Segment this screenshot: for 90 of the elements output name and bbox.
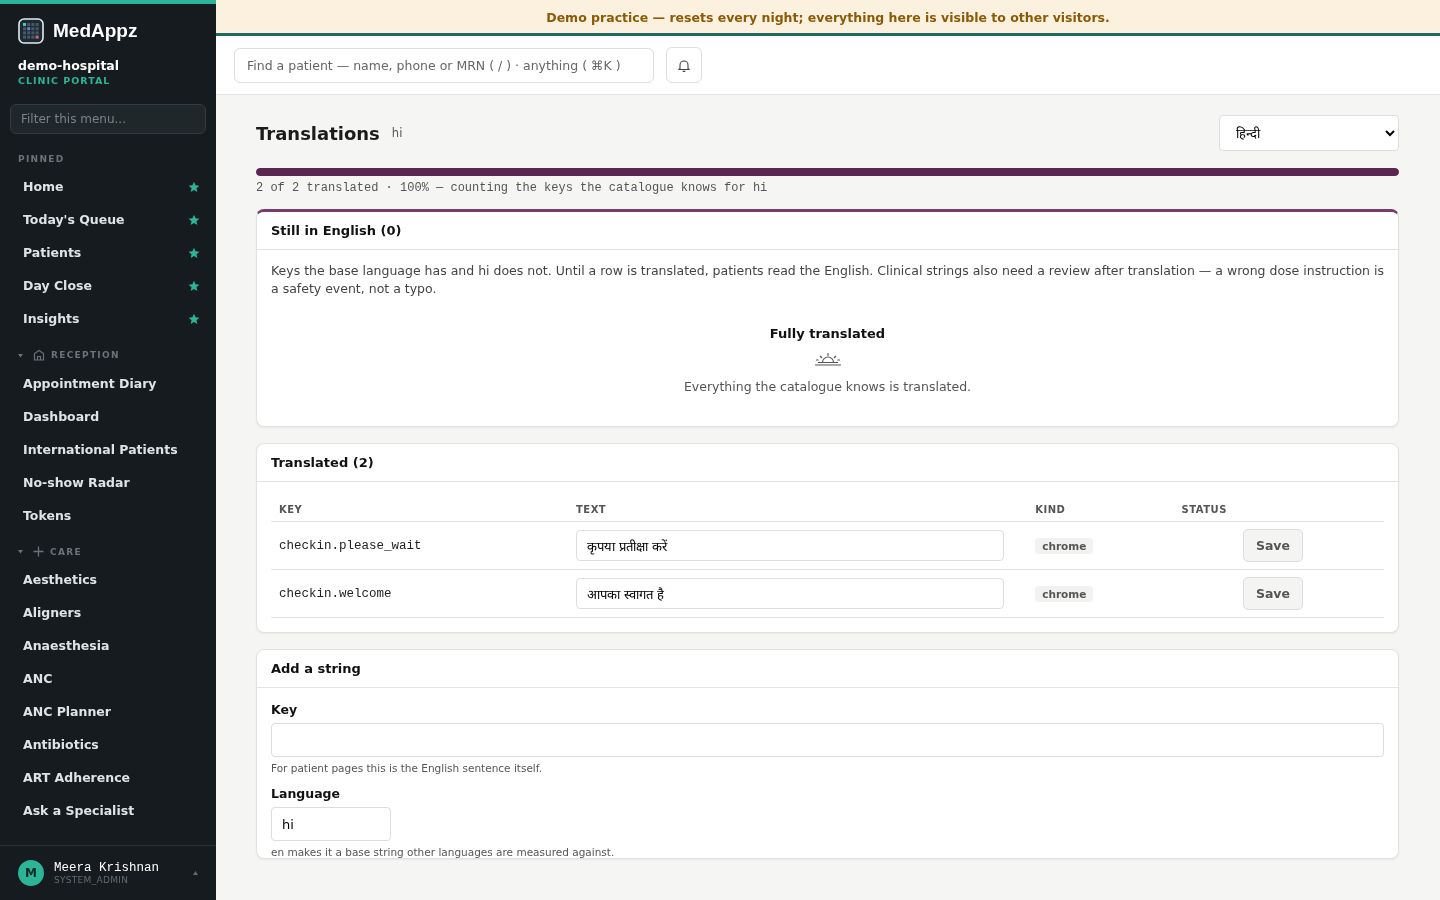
kind-tag: chrome [1035,586,1094,602]
empty-state-text: Everything the catalogue knows is translated. [683,379,972,394]
caret-icon[interactable] [193,871,198,875]
sidebar-item-label: Ask a Specialist [23,803,135,818]
field-hint: en makes it a base string other languages are measured against. [271,846,616,858]
save-button[interactable]: Save [1242,529,1303,562]
sidebar-item[interactable]: Appointment Diary [0,367,216,400]
card-title: Add a string [257,650,1398,688]
plus-icon [33,546,44,557]
tenant-name: demo-hospital [17,57,121,73]
section-heading: CARE [50,546,82,557]
sidebar-item-label: Today's Queue [23,212,125,227]
column-header: TEXT [568,494,1028,522]
star-icon[interactable] [188,312,200,325]
sidebar-item[interactable]: Today's Queue [0,203,216,236]
language-code: hi [391,126,404,140]
sidebar-item-label: Anaesthesia [23,638,110,653]
sidebar-item[interactable]: International Patients [0,433,216,466]
bell-icon [678,58,690,72]
demo-banner: Demo practice — resets every night; everything here is visible to other visitors. [216,0,1440,36]
sunrise-icon [813,351,842,367]
save-button[interactable]: Save [1242,577,1303,610]
field-label: Language [271,786,341,801]
sidebar-item-label: Dashboard [23,409,100,424]
empty-state-title: Fully translated [769,326,886,341]
column-header: STATUS [1173,494,1235,522]
sidebar-item[interactable]: Anaesthesia [0,629,216,662]
language-select[interactable]: हिन्दी [1219,115,1399,151]
user-name: Meera Krishnan [54,861,161,875]
sidebar-item-label: ANC [23,671,53,686]
sidebar-item[interactable]: ART Adherence [0,761,216,794]
sidebar-item-label: ANC Planner [23,704,111,719]
sidebar-item[interactable]: Tokens [0,499,216,532]
sidebar-item-label: Insights [23,311,80,326]
column-header: KEY [271,494,568,522]
logo-icon [18,18,44,44]
section-heading: RECEPTION [51,350,120,360]
sidebar-item-label: Antibiotics [23,737,99,752]
portal-label: CLINIC PORTAL [17,74,112,86]
field-hint: For patient pages this is the English sentence itself. [271,762,544,774]
field-label: Key [271,702,299,717]
translation-field[interactable]: आपका स्वागत है [576,578,1004,609]
sidebar-item-label: Aligners [23,605,82,620]
notifications-button[interactable] [666,47,702,83]
star-icon[interactable] [188,279,200,292]
sidebar-item[interactable]: Ask a Specialist [0,794,216,827]
search-field[interactable]: Find a patient — name, phone or MRN ( / ) · anything ( ⌘K ) [234,47,654,83]
star-icon[interactable] [188,246,200,259]
sidebar-item[interactable]: ANC Planner [0,695,216,728]
sidebar-item[interactable]: ANC [0,662,216,695]
caret-icon[interactable] [18,549,23,554]
sidebar-item[interactable]: Antibiotics [0,728,216,761]
translation-field[interactable]: कृपया प्रतीक्षा करें [576,530,1004,561]
input-field[interactable]: hi [271,807,391,841]
card-title: Still in English (0) [257,212,1398,250]
caret-icon[interactable] [18,352,23,358]
card-description: Keys the base language has and hi does not. Until a row is translated, patients read the English. Clinical strings also need a review after translation — a wrong dose instruction is a safety event, not a typo. [270,262,1385,298]
section-heading: PINNED [18,154,65,164]
sidebar-item-label: Appointment Diary [23,376,157,391]
sidebar-item[interactable]: Aesthetics [0,563,216,596]
building-icon [33,349,45,361]
table-cell: checkin.welcome [271,569,568,618]
sidebar-item-label: Aesthetics [23,572,98,587]
sidebar-item[interactable]: Day Close [0,269,216,302]
sidebar-item-label: Home [23,179,64,194]
card-title: Translated (2) [257,444,1398,482]
sidebar-item-label: ART Adherence [23,770,131,785]
brand-name: MedAppz [53,20,138,42]
sidebar-item[interactable]: Dashboard [0,400,216,433]
progress-caption: 2 of 2 translated · 100% — counting the keys the catalogue knows for hi [256,181,769,195]
column-header: KIND [1027,494,1174,522]
sidebar-item-label: Patients [23,245,82,260]
table-cell: checkin.please_wait [271,521,568,570]
sidebar-item-label: Day Close [23,278,92,293]
star-icon[interactable] [188,180,200,193]
star-icon[interactable] [188,213,200,226]
menu-filter-field[interactable]: Filter this menu... [10,104,206,134]
sidebar-item[interactable]: Aligners [0,596,216,629]
sidebar-item[interactable]: Insights [0,302,216,335]
sidebar-item-label: No-show Radar [23,475,130,490]
page-title: Translations [256,122,380,144]
input-field[interactable] [271,723,1384,757]
sidebar-item[interactable]: Patients [0,236,216,269]
user-role: SYSTEM_ADMIN [54,875,130,885]
sidebar-item[interactable]: No-show Radar [0,466,216,499]
sidebar-item-label: International Patients [23,442,178,457]
sidebar-item[interactable]: Home [0,170,216,203]
sidebar-item-label: Tokens [23,508,72,523]
user-avatar[interactable]: M [18,860,44,886]
kind-tag: chrome [1035,538,1094,554]
